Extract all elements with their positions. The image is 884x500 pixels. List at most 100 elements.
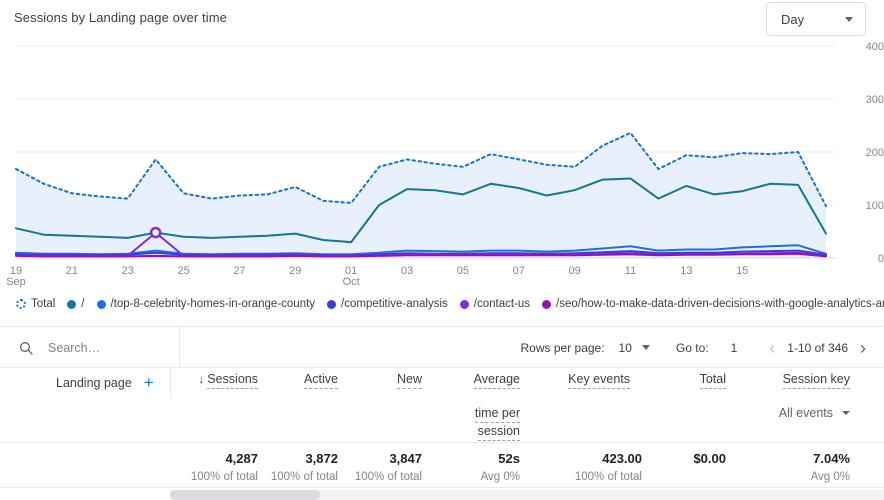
total-subtext: 100% of total bbox=[190, 471, 258, 483]
column-header-label: Session key bbox=[782, 372, 850, 389]
total-value: 423.00 bbox=[602, 451, 642, 466]
x-axis-tick-label: 09 bbox=[568, 265, 580, 277]
table-toolbar: Rows per page: 10 Go to: 1 ‹ 1-10 of 346… bbox=[0, 326, 884, 368]
rows-per-page-label: Rows per page: bbox=[520, 340, 605, 355]
chart-legend: Total / /top-8-celebrity-homes-in-orange-c… bbox=[0, 294, 884, 314]
column-header-label: Sessions bbox=[207, 372, 258, 389]
x-axis-tick-label: 21 bbox=[66, 265, 78, 277]
column-header-total[interactable]: Total bbox=[646, 372, 726, 389]
horizontal-scrollbar[interactable] bbox=[170, 490, 884, 500]
x-axis-tick-label: 29 bbox=[289, 265, 301, 277]
chevron-down-icon bbox=[842, 411, 850, 415]
legend-color-swatch bbox=[96, 299, 106, 309]
pagination-range: 1-10 of 346 bbox=[787, 340, 848, 355]
x-axis-tick-label: Oct bbox=[343, 276, 360, 288]
total-subtext: 100% of total bbox=[574, 471, 642, 483]
total-cell-key-events: 423.00 100% of total bbox=[540, 451, 642, 483]
y-axis-tick-label: 0 bbox=[878, 253, 884, 265]
granularity-select[interactable]: Day bbox=[766, 2, 866, 36]
column-header-landing-page[interactable]: Landing page + bbox=[56, 374, 154, 391]
chevron-down-icon bbox=[845, 17, 853, 22]
x-axis-tick-label: 07 bbox=[513, 265, 525, 277]
plus-icon[interactable]: + bbox=[144, 374, 154, 391]
total-value: 3,847 bbox=[389, 451, 422, 466]
scrollbar-thumb[interactable] bbox=[170, 490, 320, 500]
column-header-new[interactable]: New bbox=[342, 372, 422, 389]
total-subtext: 100% of total bbox=[270, 471, 338, 483]
column-header-label: New bbox=[396, 372, 422, 389]
time-series-chart[interactable]: 0 100 200 300 400 19 Sep 21 23 25 27 29 01 Oct 03 05 07 0… bbox=[0, 38, 884, 288]
x-axis-tick-label: 23 bbox=[122, 265, 134, 277]
legend-label: /top-8-celebrity-homes-in-orange-county bbox=[110, 298, 316, 310]
column-header-average-time-per-session[interactable]: Average bbox=[436, 372, 520, 389]
total-value: 52s bbox=[498, 451, 520, 466]
legend-item[interactable]: /competitive-analysis bbox=[327, 298, 448, 310]
x-axis-tick-label: 05 bbox=[457, 265, 469, 277]
total-cell-total-revenue: $0.00 bbox=[646, 451, 726, 471]
total-value: 4,287 bbox=[225, 451, 258, 466]
column-header-label: Average bbox=[473, 372, 520, 389]
column-header-average-line3: session bbox=[436, 424, 520, 441]
x-axis-tick-label: 03 bbox=[401, 265, 413, 277]
key-events-filter-label: All events bbox=[778, 406, 833, 420]
column-header-label: Key events bbox=[568, 372, 630, 389]
column-header-label: Total bbox=[699, 372, 726, 389]
total-value: $0.00 bbox=[693, 451, 726, 466]
data-table: Landing page + ↓ Sessions Active New Aver… bbox=[0, 368, 884, 500]
legend-color-swatch bbox=[459, 299, 469, 309]
chart-highlight-point[interactable] bbox=[149, 226, 162, 239]
granularity-value: Day bbox=[781, 11, 805, 27]
column-header-label: Landing page bbox=[56, 375, 132, 390]
x-axis-tick-label: 25 bbox=[177, 265, 189, 277]
total-subtext: Avg 0% bbox=[480, 471, 520, 483]
column-header-average-line2: time per bbox=[436, 406, 520, 423]
column-header-session-key[interactable]: Session key bbox=[740, 372, 850, 389]
key-events-filter[interactable]: All events bbox=[740, 406, 850, 420]
total-cell-average-time: 52s Avg 0% bbox=[436, 451, 520, 483]
x-axis-tick-label: 27 bbox=[233, 265, 245, 277]
column-header-key-events[interactable]: Key events bbox=[540, 372, 630, 389]
total-subtext: Avg 0% bbox=[810, 471, 850, 483]
legend-item[interactable]: Total bbox=[16, 298, 55, 310]
chevron-down-icon[interactable] bbox=[641, 345, 650, 350]
analytics-report-card: Sessions by Landing page over time Day 0… bbox=[0, 0, 884, 500]
x-axis-tick-label: 13 bbox=[680, 265, 692, 277]
page-title: Sessions by Landing page over time bbox=[14, 10, 227, 25]
legend-item[interactable]: / bbox=[67, 298, 85, 310]
total-value: 7.04% bbox=[813, 451, 850, 466]
x-axis-tick-label: 15 bbox=[736, 265, 748, 277]
y-axis-tick-label: 300 bbox=[866, 94, 884, 106]
next-page-button[interactable]: › bbox=[854, 339, 872, 357]
goto-input[interactable]: 1 bbox=[731, 341, 738, 355]
pagination-controls: Rows per page: 10 Go to: 1 ‹ 1-10 of 346… bbox=[521, 327, 873, 368]
legend-label: /seo/how-to-make-data-driven-decisions-w… bbox=[556, 298, 884, 310]
goto-label: Go to: bbox=[675, 340, 709, 355]
table-header-row: Landing page + ↓ Sessions Active New Aver… bbox=[0, 368, 884, 442]
search-icon bbox=[20, 341, 33, 355]
card-header: Sessions by Landing page over time Day bbox=[0, 0, 884, 40]
legend-item[interactable]: /top-8-celebrity-homes-in-orange-county bbox=[96, 298, 316, 310]
x-axis-tick-label: 11 bbox=[625, 265, 636, 277]
legend-label: / bbox=[81, 298, 85, 310]
column-header-label3: session bbox=[477, 424, 520, 441]
total-cell-new: 3,847 100% of total bbox=[342, 451, 422, 483]
total-cell-session-key: 7.04% Avg 0% bbox=[740, 451, 850, 483]
legend-item[interactable]: /contact-us bbox=[459, 298, 531, 310]
y-axis-tick-label: 100 bbox=[866, 200, 884, 212]
legend-color-swatch bbox=[67, 299, 77, 309]
totals-row: 4,287 100% of total 3,872 100% of total … bbox=[0, 442, 884, 488]
total-subtext: 100% of total bbox=[354, 471, 422, 483]
total-cell-active: 3,872 100% of total bbox=[258, 451, 338, 483]
column-header-active[interactable]: Active bbox=[258, 372, 338, 389]
rows-per-page-value[interactable]: 10 bbox=[619, 341, 632, 355]
search-input[interactable] bbox=[46, 339, 156, 356]
search-box[interactable] bbox=[0, 327, 180, 368]
prev-page-button[interactable]: ‹ bbox=[763, 339, 781, 357]
legend-label: /contact-us bbox=[473, 298, 531, 310]
column-header-label2: time per bbox=[474, 406, 520, 423]
column-header-sessions[interactable]: ↓ Sessions bbox=[168, 372, 258, 389]
total-value: 3,872 bbox=[305, 451, 338, 466]
legend-item[interactable]: /seo/how-to-make-data-driven-decisions-w… bbox=[542, 298, 884, 310]
total-cell-sessions: 4,287 100% of total bbox=[168, 451, 258, 483]
chart-svg: 010020030040019Sep21 23 25 27 29 01Oct03 05 07 0… bbox=[6, 41, 884, 288]
